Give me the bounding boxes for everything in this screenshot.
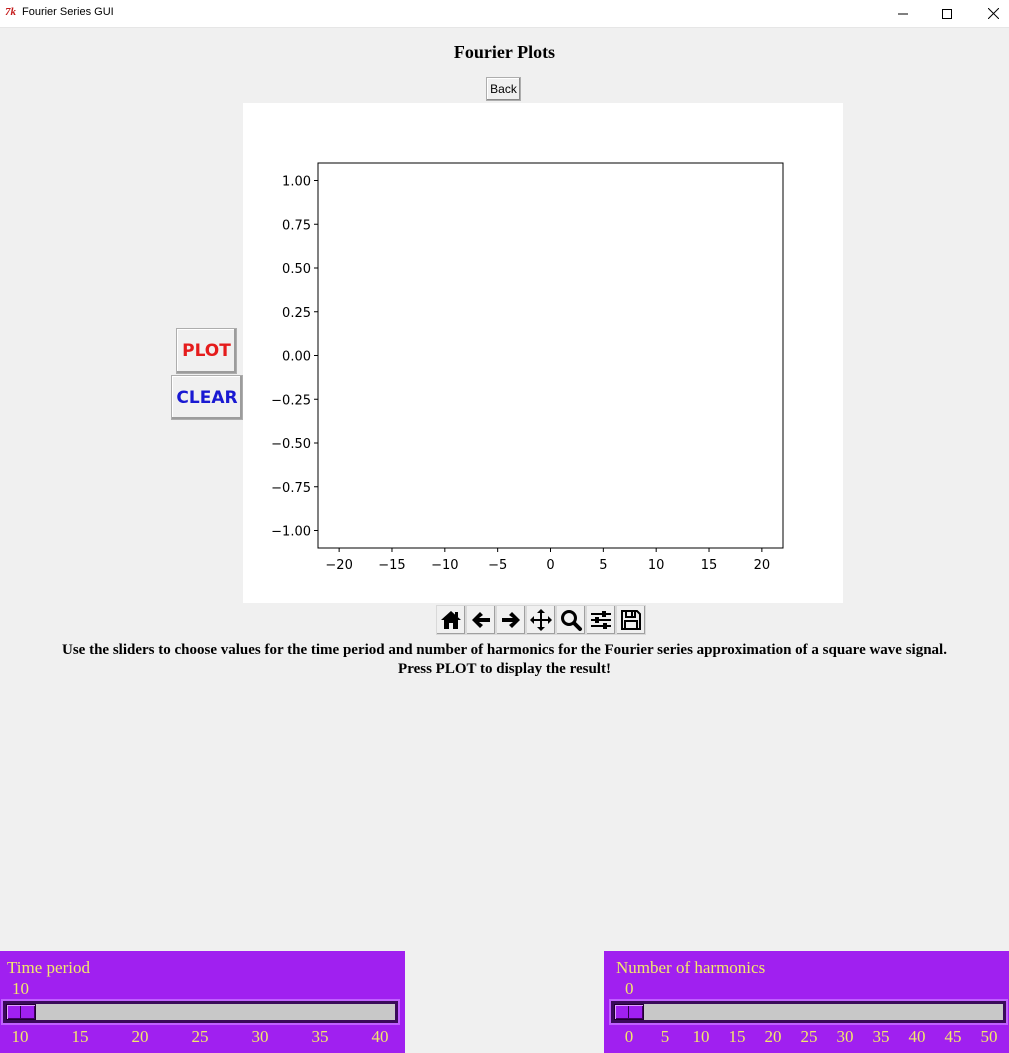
y-tick-label: 0.25 bbox=[282, 306, 311, 321]
y-tick-label: −0.25 bbox=[271, 393, 311, 408]
y-tick-label: −1.00 bbox=[271, 525, 311, 540]
window-titlebar: 7k Fourier Series GUI bbox=[0, 0, 1009, 28]
time-period-value: 10 bbox=[12, 979, 29, 998]
harmonics-label: Number of harmonics bbox=[616, 958, 766, 977]
x-tick-label: −15 bbox=[378, 558, 405, 573]
plot-figure: −20 −15 −10 −5 0 5 10 15 20 1.00 0.75 0.50 0.25 0.00… bbox=[243, 103, 843, 603]
y-tick-label: 1.00 bbox=[282, 175, 311, 190]
x-tick-label: 0 bbox=[546, 558, 554, 573]
slider-scale-tick: 35 bbox=[872, 1027, 890, 1046]
back-nav-button[interactable] bbox=[466, 605, 496, 635]
back-button[interactable]: Back bbox=[486, 77, 521, 101]
pan-icon bbox=[530, 609, 552, 631]
instructions-text: Use the sliders to choose values for the… bbox=[0, 641, 1009, 679]
time-period-label: Time period bbox=[7, 958, 90, 977]
slider-scale-tick: 5 bbox=[660, 1027, 670, 1046]
slider-scale-tick: 15 bbox=[71, 1027, 89, 1046]
clear-button[interactable]: CLEAR bbox=[171, 375, 243, 420]
save-icon bbox=[621, 610, 641, 630]
y-tick-label: 0.75 bbox=[282, 218, 311, 233]
time-period-trough[interactable] bbox=[3, 1001, 398, 1023]
time-period-slider-thumb[interactable] bbox=[6, 1004, 36, 1020]
maximize-button[interactable] bbox=[924, 0, 970, 27]
tk-app-icon: 7k bbox=[5, 6, 16, 18]
slider-scale-tick: 45 bbox=[944, 1027, 962, 1046]
configure-subplots-button[interactable] bbox=[586, 605, 616, 635]
slider-scale-tick: 20 bbox=[131, 1027, 149, 1046]
slider-scale-tick: 0 bbox=[624, 1027, 634, 1046]
forward-nav-button[interactable] bbox=[496, 605, 526, 635]
close-button[interactable] bbox=[970, 0, 1009, 27]
x-tick-label: 10 bbox=[648, 558, 665, 573]
harmonics-slider-panel: Number of harmonics 0 0 5 10 15 20 25 30 35 40 45… bbox=[604, 951, 1009, 1053]
plot-axes-frame bbox=[317, 162, 784, 549]
zoom-icon bbox=[561, 610, 582, 631]
slider-scale-tick: 10 bbox=[692, 1027, 710, 1046]
slider-scale-tick: 25 bbox=[800, 1027, 818, 1046]
minimize-icon bbox=[898, 13, 908, 14]
slider-scale-tick: 15 bbox=[728, 1027, 746, 1046]
slider-scale-tick: 25 bbox=[191, 1027, 209, 1046]
x-tick-label: −20 bbox=[325, 558, 352, 573]
y-tick-label: 0.00 bbox=[282, 350, 311, 365]
slider-scale-tick: 40 bbox=[371, 1027, 389, 1046]
x-tick-label: 5 bbox=[599, 558, 607, 573]
slider-scale-tick: 30 bbox=[836, 1027, 854, 1046]
plot-toolbar bbox=[436, 605, 646, 635]
x-tick-label: −10 bbox=[431, 558, 458, 573]
x-tick-label: 15 bbox=[701, 558, 718, 573]
page-title: Fourier Plots bbox=[453, 42, 556, 62]
y-tick-label: −0.50 bbox=[271, 437, 311, 452]
y-tick-label: 0.50 bbox=[282, 262, 311, 277]
save-button[interactable] bbox=[616, 605, 646, 635]
forward-arrow-icon bbox=[502, 612, 520, 628]
time-period-slider-panel: Time period 10 10 15 20 25 30 35 40 bbox=[0, 951, 405, 1053]
slider-scale-tick: 10 bbox=[11, 1027, 29, 1046]
slider-scale-tick: 35 bbox=[311, 1027, 329, 1046]
harmonics-trough[interactable] bbox=[611, 1001, 1006, 1023]
home-icon bbox=[441, 611, 461, 629]
slider-scale-tick: 30 bbox=[251, 1027, 269, 1046]
maximize-icon bbox=[942, 8, 952, 19]
slider-scale-tick: 50 bbox=[980, 1027, 998, 1046]
window-title: Fourier Series GUI bbox=[22, 6, 114, 18]
x-tick-label: −5 bbox=[488, 558, 507, 573]
plot-button[interactable]: PLOT bbox=[176, 328, 237, 374]
slider-scale-tick: 40 bbox=[908, 1027, 926, 1046]
zoom-button[interactable] bbox=[556, 605, 586, 635]
harmonics-value: 0 bbox=[625, 979, 634, 998]
back-arrow-icon bbox=[472, 612, 490, 628]
harmonics-slider-thumb[interactable] bbox=[614, 1004, 644, 1020]
y-tick-label: −0.75 bbox=[271, 481, 311, 496]
minimize-button[interactable] bbox=[880, 0, 926, 27]
close-icon bbox=[987, 8, 999, 19]
home-button[interactable] bbox=[436, 605, 466, 635]
x-tick-label: 20 bbox=[754, 558, 771, 573]
pan-button[interactable] bbox=[526, 605, 556, 635]
plot-canvas: −20 −15 −10 −5 0 5 10 15 20 1.00 0.75 0.50 0.25 0.00… bbox=[271, 162, 784, 573]
instructions-line-1: Use the sliders to choose values for the… bbox=[62, 642, 947, 658]
instructions-line-2: Press PLOT to display the result! bbox=[398, 661, 611, 677]
configure-subplots-icon bbox=[591, 611, 611, 629]
slider-scale-tick: 20 bbox=[764, 1027, 782, 1046]
